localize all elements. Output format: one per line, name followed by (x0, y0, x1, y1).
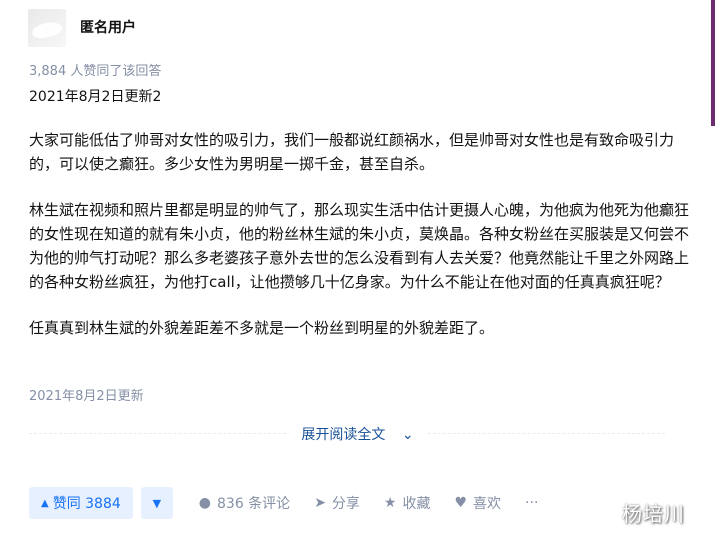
like-button[interactable]: ♥ 喜欢 (454, 493, 501, 513)
paper-plane-icon: ➤ (314, 495, 326, 511)
paragraph: 林生斌在视频和照片里都是明显的帅气了，那么现实生活中估计更摄人心魄，为他疯为他死… (29, 201, 690, 291)
side-edge-bar (711, 0, 715, 126)
chevron-down-icon: ⌄ (395, 427, 420, 443)
comment-button[interactable]: ● 836 条评论 (199, 493, 290, 513)
share-label: 分享 (331, 496, 360, 512)
more-icon: ··· (525, 495, 539, 511)
share-button[interactable]: ➤ 分享 (314, 493, 360, 513)
action-bar: ▲ 赞同 3884 ▼ ● 836 条评论 ➤ 分享 ★ 收藏 ♥ 喜欢 ··· (29, 487, 538, 519)
paragraph: 任真真到林生斌的外貌差距差不多就是一个粉丝到明星的外貌差距了。 (29, 319, 495, 337)
expand-label: 展开阅读全文 (295, 427, 392, 443)
author-name[interactable]: 匿名用户 (80, 17, 136, 37)
vote-up-button[interactable]: ▲ 赞同 3884 (29, 487, 133, 519)
star-icon: ★ (383, 495, 397, 511)
answer-content: 大家可能低估了帅哥对女性的吸引力，我们一般都说红颜祸水，但是帅哥对女性也是有致命… (29, 128, 689, 362)
updated-time[interactable]: 2021年8月2日更新 (29, 385, 144, 404)
comment-label: 836 条评论 (217, 496, 291, 512)
heart-icon: ♥ (454, 495, 468, 511)
vote-up-label: 赞同 3884 (52, 496, 121, 512)
more-button[interactable]: ··· (525, 495, 538, 511)
triangle-down-icon: ▼ (152, 496, 162, 510)
avatar[interactable] (28, 9, 66, 47)
expand-button[interactable]: 展开阅读全文 ⌄ (0, 424, 715, 444)
watermark: 杨培川 (622, 502, 685, 526)
vote-summary: 3,884 人赞同了该回答 (29, 64, 162, 79)
vote-down-button[interactable]: ▼ (140, 487, 173, 519)
collect-button[interactable]: ★ 收藏 (384, 493, 431, 513)
update-note: 2021年8月2日更新2 (29, 89, 162, 105)
collect-label: 收藏 (402, 496, 431, 512)
comment-icon: ● (198, 495, 212, 511)
paragraph: 大家可能低估了帅哥对女性的吸引力，我们一般都说红颜祸水，但是帅哥对女性也是有致命… (29, 131, 675, 173)
like-label: 喜欢 (473, 496, 502, 512)
triangle-up-icon: ▲ (41, 497, 49, 509)
